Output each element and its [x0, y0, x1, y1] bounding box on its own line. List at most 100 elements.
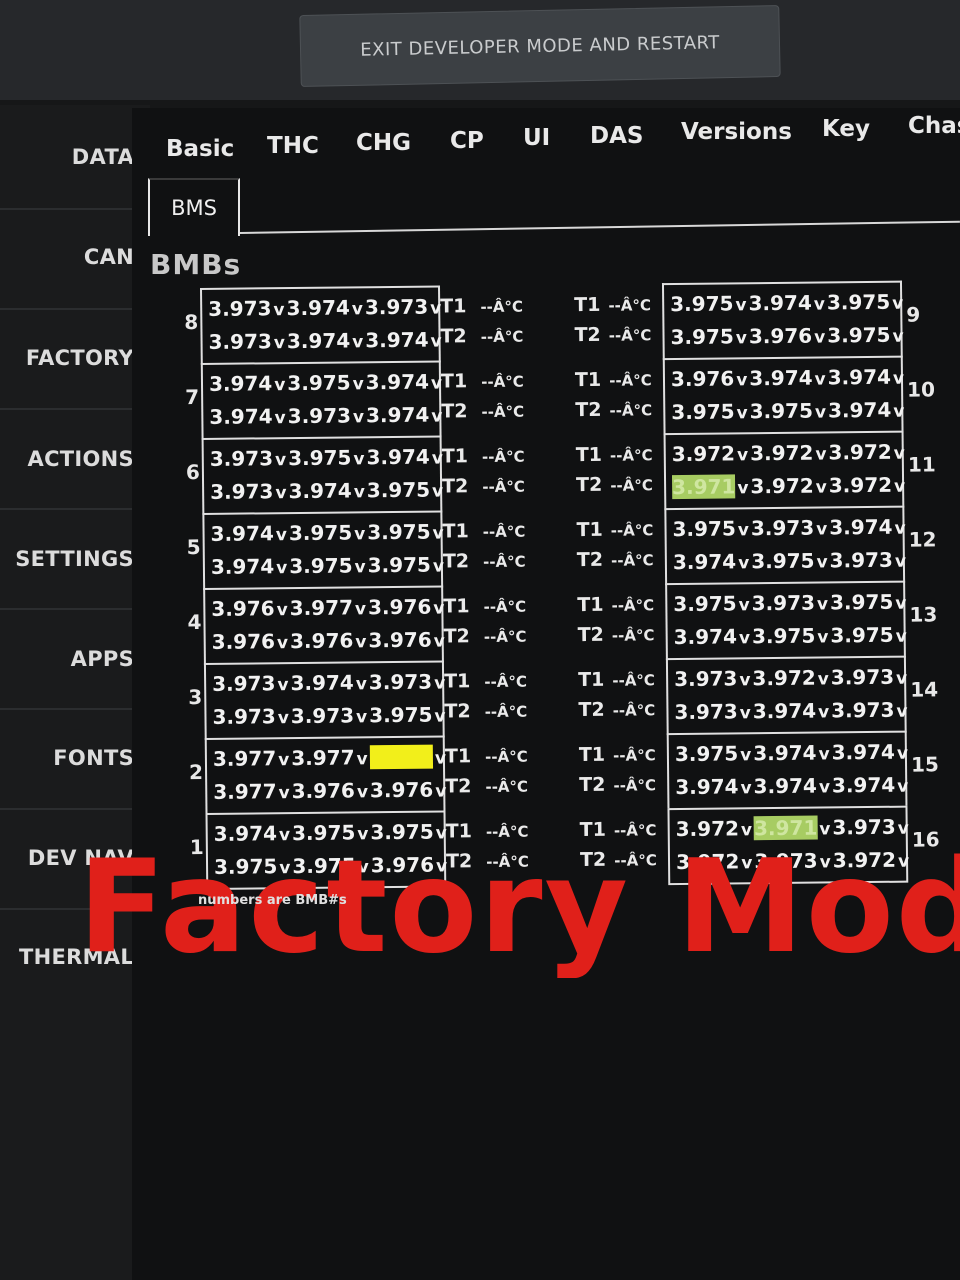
temp-value: --Â°C: [612, 671, 655, 690]
volt-unit: v: [814, 327, 826, 348]
cell-voltage: 3.973: [364, 294, 429, 320]
tab-cp[interactable]: CP: [450, 128, 484, 154]
temp-value: --Â°C: [481, 372, 524, 392]
voltage-row: 3.976 v3.974 v3.974 v: [671, 362, 906, 394]
temp-t2: T2 --Â°C: [444, 696, 527, 727]
tab-versions[interactable]: Versions: [681, 119, 792, 145]
temp-label: T2: [443, 625, 470, 648]
sidebar-item-factory[interactable]: FACTORY: [0, 346, 134, 370]
temp-t1: T1 --Â°C: [444, 666, 527, 697]
bmb-number: 5: [186, 535, 201, 560]
cell-voltage: 3.975: [829, 589, 894, 615]
volt-unit: v: [739, 703, 751, 724]
tab-das[interactable]: DAS: [590, 123, 643, 149]
tab-basic[interactable]: Basic: [166, 136, 234, 162]
volt-unit: v: [740, 778, 752, 799]
factory-mode-watermark: Factory Mode: [78, 838, 960, 978]
sidebar-item-settings[interactable]: SETTINGS: [0, 547, 134, 571]
temp-value: --Â°C: [482, 522, 526, 542]
volt-unit: v: [355, 632, 367, 653]
temp-t1: T1 --Â°C: [442, 441, 525, 472]
tab-key[interactable]: Key: [822, 116, 870, 142]
volt-unit: v: [818, 744, 830, 765]
temp-label: T2: [442, 550, 470, 573]
temp-label: T2: [576, 548, 604, 572]
sidebar-item-data[interactable]: DATA: [0, 145, 134, 169]
exit-developer-mode-button[interactable]: EXIT DEVELOPER MODE AND RESTART: [299, 4, 781, 88]
cell-voltage: 3.972: [749, 440, 814, 466]
volt-unit: v: [892, 368, 905, 389]
sidebar-item-fonts[interactable]: FONTS: [0, 746, 134, 770]
temp-value: --Â°C: [613, 821, 657, 840]
cell-voltage: 3.973: [212, 704, 276, 729]
volt-unit: v: [354, 524, 366, 545]
tab-ui[interactable]: UI: [523, 125, 550, 151]
cell-voltage: 3.973: [673, 666, 738, 692]
temp-label: T1: [575, 443, 603, 467]
voltage-row: 3.974 v3.975 v3.975 v: [674, 620, 909, 652]
cell-voltage: 3.975: [830, 622, 894, 648]
cell-voltage: 3.976: [748, 323, 813, 349]
volt-unit: v: [351, 299, 364, 320]
temp-label: T1: [440, 370, 468, 393]
cell-voltage: 3.973: [287, 403, 352, 429]
page-title: BMBs: [150, 248, 242, 281]
cell-voltage: 3.974: [286, 328, 351, 354]
bmb-number: 6: [185, 460, 200, 485]
volt-unit: v: [895, 626, 907, 647]
temp-t1: T1 --Â°C: [440, 291, 523, 322]
tab-chg[interactable]: CHG: [356, 130, 411, 156]
temp-t1: T1 --Â°C: [577, 589, 654, 620]
volt-unit: v: [273, 300, 285, 321]
volt-unit: v: [276, 600, 288, 621]
voltage-row: 3.976 v3.977 v3.976 v: [211, 591, 446, 623]
volt-unit: v: [816, 519, 828, 540]
volt-unit: v: [738, 595, 750, 616]
cell-voltage: 3.974: [673, 624, 738, 650]
cell-voltage: 3.973: [832, 814, 896, 840]
voltage-row: 3.975 v3.973 v3.975 v: [673, 587, 908, 619]
sidebar-item-can[interactable]: CAN: [0, 245, 134, 269]
voltage-row: 3.974 v3.974 v3.974 v: [675, 770, 910, 802]
temp-t2: T2 --Â°C: [575, 394, 652, 425]
temp-t2: T2 --Â°C: [574, 319, 651, 350]
temp-label: T2: [575, 473, 603, 497]
temp-t2: T2 --Â°C: [577, 544, 654, 575]
sidebar-divider: [0, 508, 138, 510]
cell-voltage: 3.974: [827, 397, 892, 423]
bmb-number: 7: [185, 385, 200, 410]
voltage-row: 3.975 v3.975 v3.974 v: [671, 395, 906, 427]
cell-voltage: 3.976: [369, 777, 434, 803]
footnote: numbers are BMB#s: [198, 893, 347, 908]
temp-t2: T2 --Â°C: [440, 321, 523, 352]
voltage-row: 3.973 v3.974 v3.973 v: [674, 695, 909, 727]
cell-voltage: 3.973: [831, 697, 895, 723]
sidebar-divider: [0, 408, 138, 410]
volt-unit: v: [814, 369, 826, 390]
temp-value: --Â°C: [611, 596, 655, 615]
volt-unit: v: [356, 782, 369, 803]
cell-voltage: 3.973: [751, 590, 816, 616]
volt-unit: v: [897, 776, 909, 797]
temp-t1: T1 --Â°C: [575, 364, 652, 395]
sidebar-item-apps[interactable]: APPS: [0, 647, 134, 671]
cell-voltage: 3.973: [829, 547, 893, 573]
cell-voltage: 3.977: [212, 746, 277, 771]
bmb-number: 3: [188, 685, 203, 710]
volt-unit: v: [274, 408, 286, 429]
volt-unit: v: [739, 670, 751, 691]
cell-voltage: 3.974: [827, 364, 892, 390]
cell-voltage: 3.976: [368, 627, 432, 653]
voltage-row: 3.977 v3.976 v3.976 v: [213, 774, 448, 806]
temp-t2: T2 --Â°C: [441, 396, 524, 427]
temp-value: --Â°C: [484, 702, 528, 722]
bmb-number: 9: [906, 302, 921, 327]
subtab-bms[interactable]: BMS: [148, 178, 240, 236]
tab-thc[interactable]: THC: [267, 133, 319, 159]
temp-value: --Â°C: [609, 371, 652, 390]
temp-value: --Â°C: [610, 551, 654, 570]
cell-voltage: 3.978: [369, 744, 434, 770]
tab-chassis[interactable]: Chas: [908, 113, 960, 139]
cell-voltage: 3.975: [367, 552, 432, 578]
sidebar-item-actions[interactable]: ACTIONS: [0, 447, 134, 471]
